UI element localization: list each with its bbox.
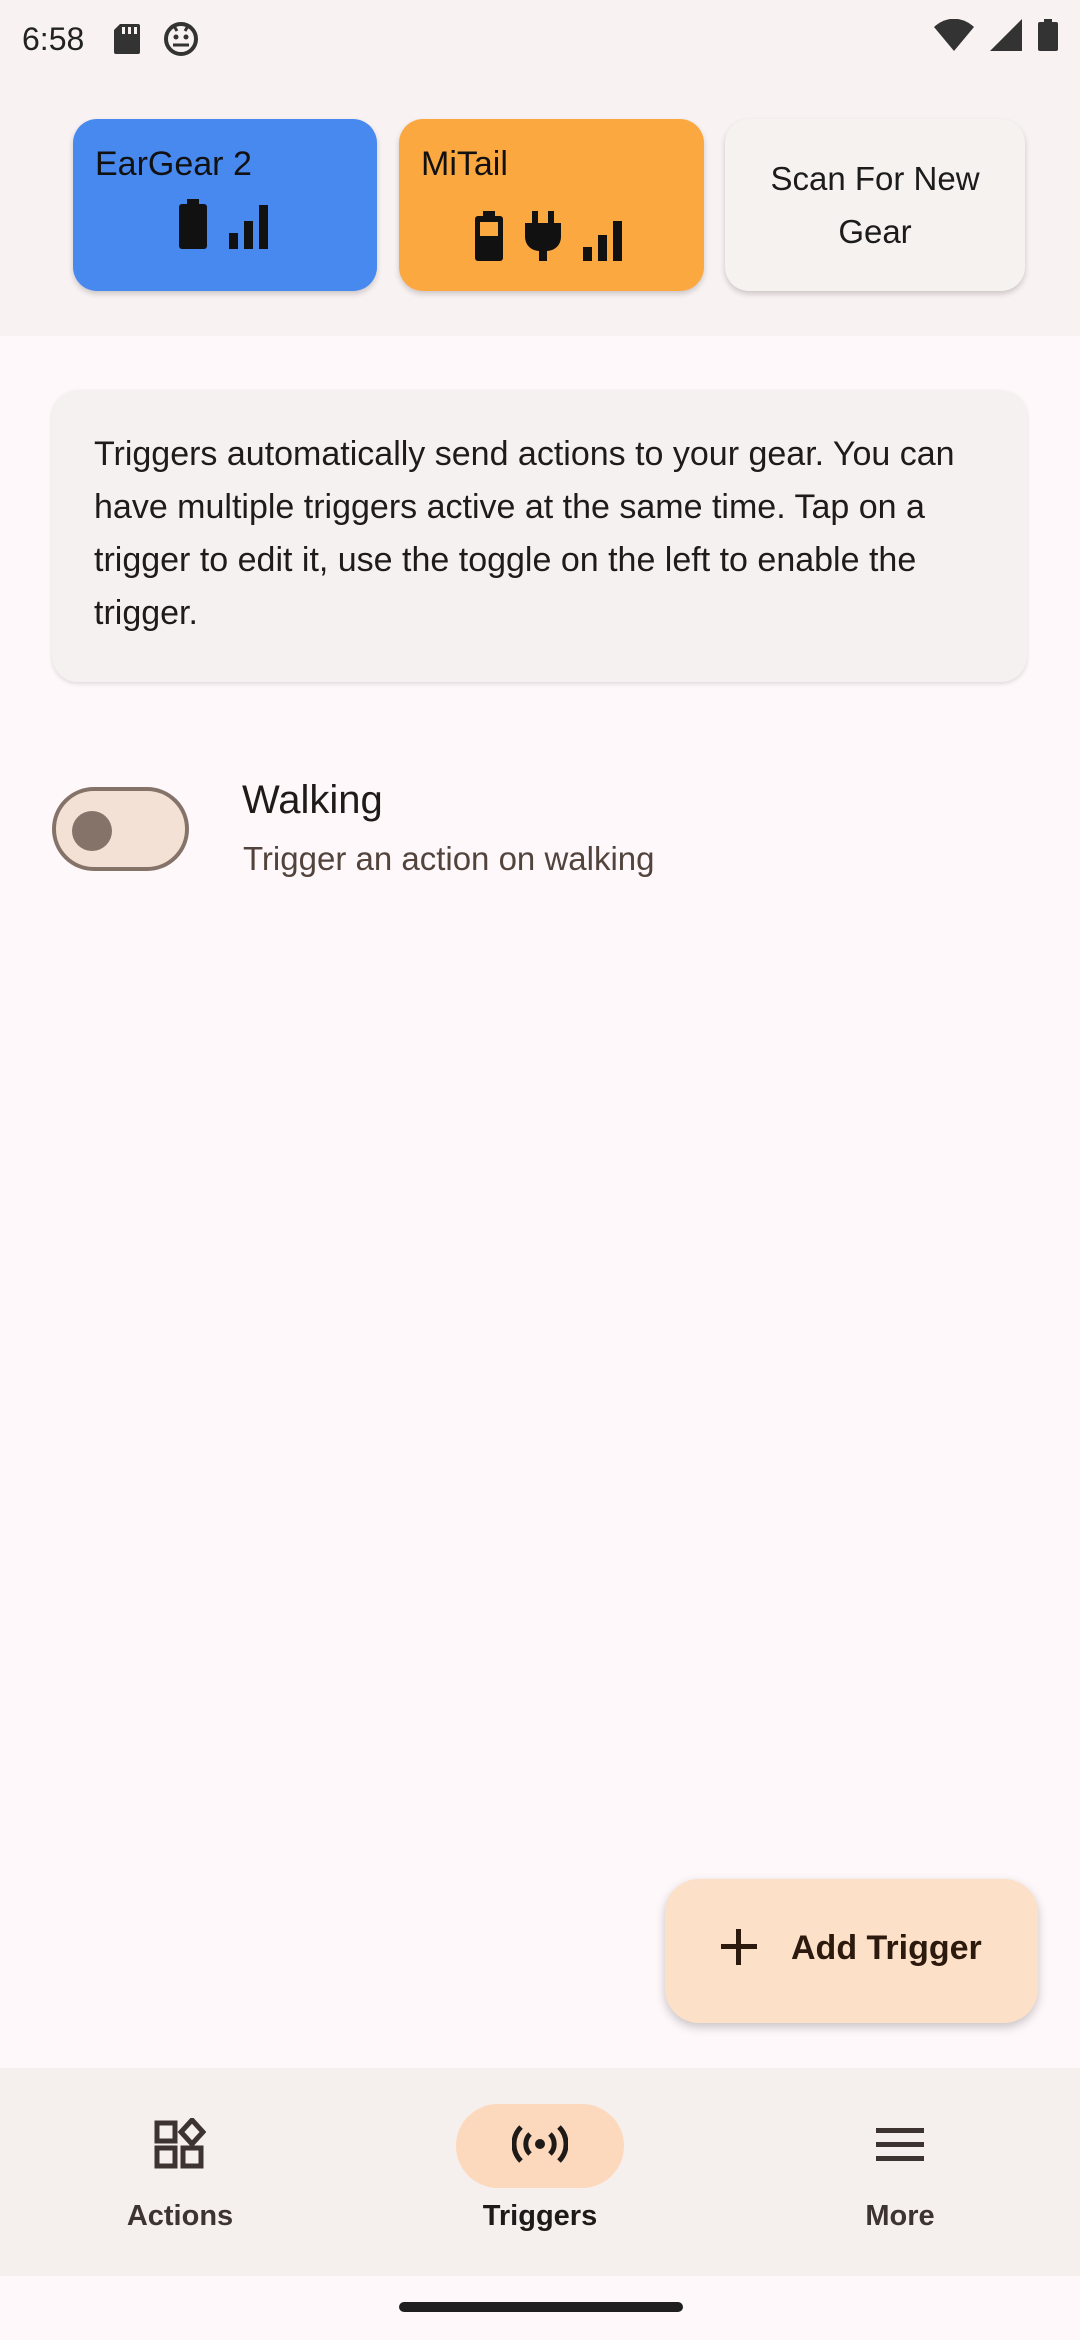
triggers-info-card: Triggers automatically send actions to y… bbox=[52, 390, 1027, 682]
gear-name: EarGear 2 bbox=[95, 145, 252, 183]
trigger-enable-toggle[interactable] bbox=[52, 787, 189, 871]
plug-icon bbox=[525, 211, 561, 266]
nav-label: Triggers bbox=[482, 2200, 598, 2232]
nav-label: Actions bbox=[126, 2200, 234, 2232]
sd-card-icon bbox=[114, 24, 141, 54]
gesture-bar-area bbox=[0, 2276, 1080, 2340]
nav-item-more[interactable]: More bbox=[720, 2068, 1080, 2276]
status-bar: 6:58 bbox=[0, 0, 1080, 78]
menu-icon bbox=[876, 2126, 924, 2167]
trigger-title: Walking bbox=[242, 778, 383, 822]
scan-for-new-gear-button[interactable]: Scan For New Gear bbox=[725, 119, 1025, 291]
trigger-subtitle: Trigger an action on walking bbox=[243, 840, 655, 877]
nav-label: More bbox=[865, 2200, 935, 2232]
gear-strip: EarGear 2 MiTail Scan For New Gear bbox=[0, 78, 1080, 336]
battery-icon bbox=[475, 211, 503, 266]
nav-item-triggers[interactable]: Triggers bbox=[360, 2068, 720, 2276]
broadcast-icon bbox=[511, 2124, 569, 2169]
android-debug-icon bbox=[164, 22, 199, 56]
status-time: 6:58 bbox=[22, 20, 85, 57]
info-text: Triggers automatically send actions to y… bbox=[94, 435, 955, 632]
gear-card-mitail[interactable]: MiTail bbox=[399, 119, 704, 291]
gear-name: MiTail bbox=[421, 145, 508, 183]
battery-icon bbox=[1038, 19, 1058, 59]
home-indicator[interactable] bbox=[399, 2302, 683, 2312]
bottom-navigation: Actions Triggers More bbox=[0, 2068, 1080, 2276]
trigger-row[interactable]: Walking Trigger an action on walking bbox=[0, 760, 1080, 900]
toggle-knob bbox=[72, 811, 112, 851]
wifi-icon bbox=[934, 18, 974, 59]
signal-bars-icon bbox=[229, 205, 271, 254]
gear-card-eargear[interactable]: EarGear 2 bbox=[73, 119, 377, 291]
add-trigger-button[interactable]: Add Trigger bbox=[665, 1879, 1038, 2023]
actions-grid-icon bbox=[154, 2115, 207, 2175]
plus-icon bbox=[717, 1925, 761, 1974]
scan-button-label: Scan For New Gear bbox=[770, 160, 980, 250]
add-trigger-label: Add Trigger bbox=[791, 1929, 982, 1967]
battery-icon bbox=[179, 199, 207, 254]
nav-item-actions[interactable]: Actions bbox=[0, 2068, 360, 2276]
cell-signal-icon bbox=[990, 19, 1022, 59]
signal-bars-icon bbox=[583, 221, 625, 266]
